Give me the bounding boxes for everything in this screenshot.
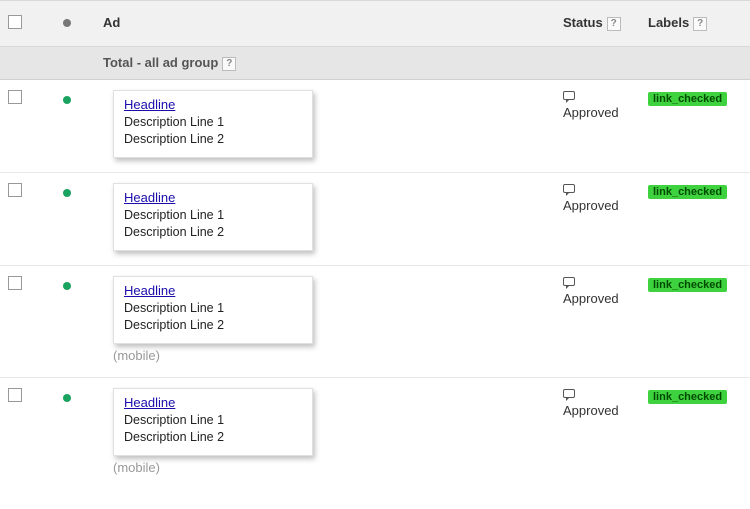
summary-row: Total - all ad group? (0, 47, 750, 80)
ad-description-2: Description Line 2 (124, 429, 302, 447)
ad-description-1: Description Line 1 (124, 207, 302, 225)
status-text: Approved (563, 198, 619, 213)
status-text: Approved (563, 291, 619, 306)
ad-description-2: Description Line 2 (124, 317, 302, 335)
table-header-row: Ad Status? Labels? (0, 1, 750, 47)
status-dot-icon (63, 96, 71, 104)
comment-icon[interactable] (563, 389, 575, 398)
status-text: Approved (563, 105, 619, 120)
ad-headline-link[interactable]: Headline (124, 283, 175, 298)
ad-preview-card: Headline Description Line 1Description Li… (113, 388, 313, 456)
select-all-checkbox[interactable] (8, 15, 22, 29)
status-dot-icon (63, 282, 71, 290)
row-checkbox[interactable] (8, 183, 22, 197)
mobile-indicator: (mobile) (113, 460, 547, 475)
ad-description-1: Description Line 1 (124, 412, 302, 430)
row-checkbox[interactable] (8, 90, 22, 104)
ad-headline-link[interactable]: Headline (124, 190, 175, 205)
label-chip[interactable]: link_checked (648, 185, 727, 199)
label-chip[interactable]: link_checked (648, 390, 727, 404)
help-icon[interactable]: ? (607, 17, 621, 31)
table-row: Headline Description Line 1Description Li… (0, 265, 750, 377)
comment-icon[interactable] (563, 91, 575, 100)
ad-description-1: Description Line 1 (124, 300, 302, 318)
ad-headline-link[interactable]: Headline (124, 97, 175, 112)
status-dot-icon (63, 189, 71, 197)
help-icon[interactable]: ? (222, 57, 236, 71)
mobile-indicator: (mobile) (113, 348, 547, 363)
label-chip[interactable]: link_checked (648, 92, 727, 106)
summary-text: Total - all ad group (103, 55, 218, 70)
ad-preview-card: Headline Description Line 1Description Li… (113, 90, 313, 158)
status-dot-icon (63, 394, 71, 402)
column-header-status[interactable]: Status (563, 15, 603, 30)
comment-icon[interactable] (563, 184, 575, 193)
ad-preview-card: Headline Description Line 1Description Li… (113, 276, 313, 344)
comment-icon[interactable] (563, 277, 575, 286)
ad-description-1: Description Line 1 (124, 114, 302, 132)
table-row: Headline Description Line 1Description Li… (0, 79, 750, 172)
ad-description-2: Description Line 2 (124, 131, 302, 149)
label-chip[interactable]: link_checked (648, 278, 727, 292)
row-checkbox[interactable] (8, 388, 22, 402)
column-header-labels[interactable]: Labels (648, 15, 689, 30)
table-row: Headline Description Line 1Description Li… (0, 172, 750, 265)
table-row: Headline Description Line 1Description Li… (0, 377, 750, 489)
ads-table: Ad Status? Labels? Total - all ad group?… (0, 0, 750, 489)
ad-description-2: Description Line 2 (124, 224, 302, 242)
ad-headline-link[interactable]: Headline (124, 395, 175, 410)
ad-preview-card: Headline Description Line 1Description Li… (113, 183, 313, 251)
status-dot-header-icon (63, 19, 71, 27)
column-header-ad[interactable]: Ad (103, 15, 120, 30)
status-text: Approved (563, 403, 619, 418)
row-checkbox[interactable] (8, 276, 22, 290)
help-icon[interactable]: ? (693, 17, 707, 31)
